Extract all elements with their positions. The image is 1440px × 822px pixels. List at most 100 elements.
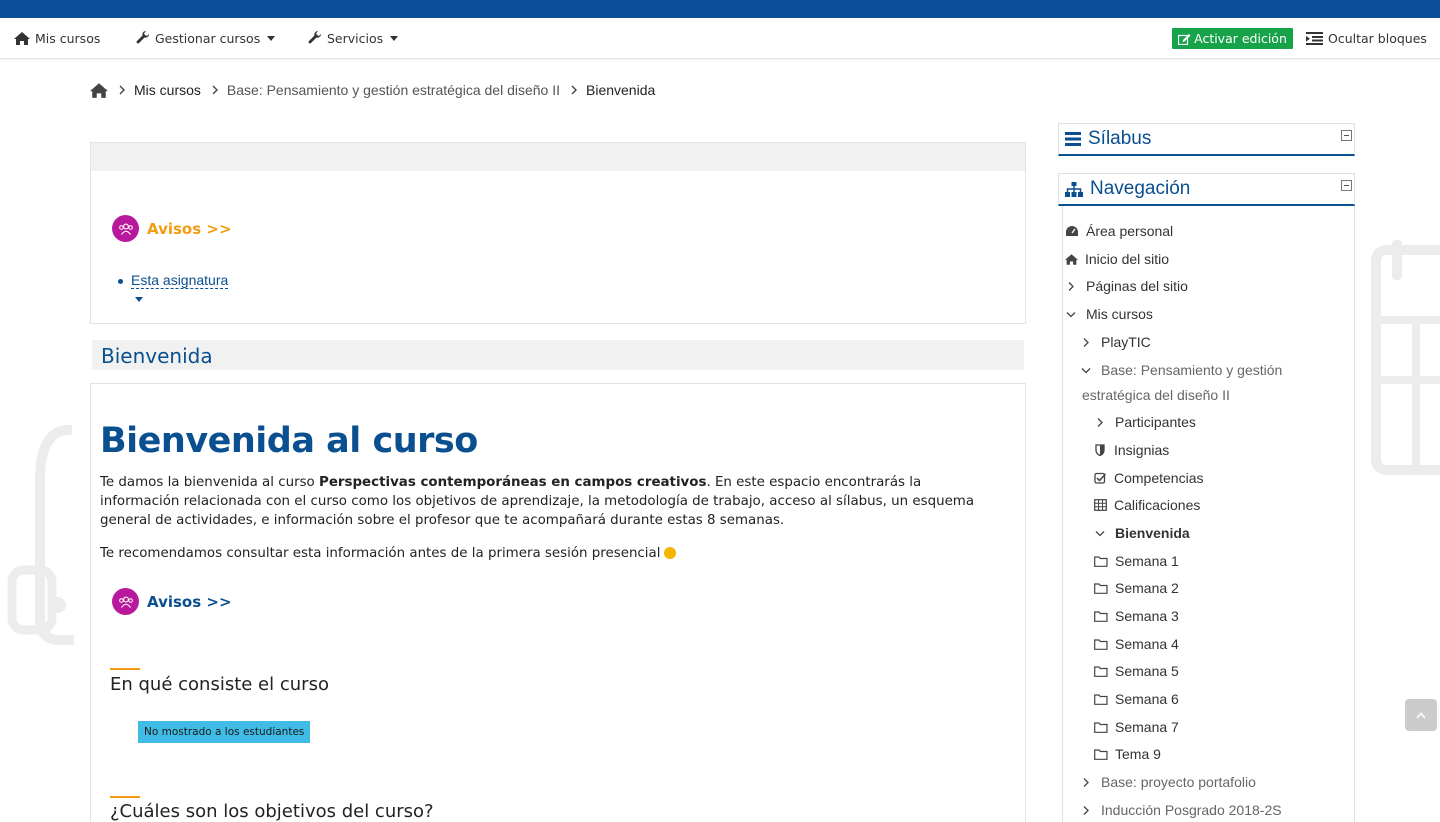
nav-tree-item[interactable]: Semana 6 — [1094, 689, 1179, 709]
avisos-label: Avisos >> — [147, 592, 232, 611]
collapse-block-button[interactable] — [1341, 130, 1352, 141]
folder-icon — [1094, 582, 1112, 594]
nav-tree-item-label: PlayTIC — [1101, 334, 1151, 350]
activate-edit-label: Activar edición — [1194, 31, 1287, 46]
breadcrumb: Mis cursos Base: Pensamiento y gestión e… — [90, 80, 655, 100]
nav-tree-item[interactable]: Semana 2 — [1094, 578, 1179, 598]
chevron-right-icon — [119, 85, 125, 95]
hide-blocks-button[interactable]: Ocultar bloques — [1306, 18, 1427, 58]
breadcrumb-course[interactable]: Base: Pensamiento y gestión estratégica … — [227, 82, 560, 98]
subject-link[interactable]: Esta asignatura — [131, 272, 229, 289]
nav-tree-item[interactable]: Base: proyecto portafolio — [1080, 772, 1256, 792]
nav-tree-item[interactable]: PlayTIC — [1080, 332, 1151, 352]
nav-tree-item-label: Área personal — [1086, 223, 1174, 239]
folder-icon — [1094, 610, 1112, 622]
course-name: Perspectivas contemporáneas en campos cr… — [319, 475, 707, 490]
nav-my-courses[interactable]: Mis cursos — [14, 18, 100, 58]
nav-tree-item[interactable]: Inicio del sitio — [1065, 249, 1169, 269]
decorative-background-left — [7, 424, 74, 645]
nav-tree-item[interactable]: Semana 7 — [1094, 717, 1179, 737]
nav-tree-item[interactable]: Base: Pensamiento y gestión — [1080, 360, 1282, 380]
nav-tree-item-label: Semana 7 — [1115, 719, 1179, 735]
home-icon — [14, 31, 30, 45]
nav-tree-item[interactable]: Insignias — [1094, 440, 1169, 460]
activate-edit-button[interactable]: Activar edición — [1172, 28, 1293, 49]
nav-tree-item[interactable]: Semana 1 — [1094, 551, 1179, 571]
navegacion-block-header[interactable]: Navegación — [1058, 173, 1355, 206]
collapse-block-button[interactable] — [1341, 180, 1352, 191]
shield-icon — [1094, 444, 1111, 456]
chevron-down-icon — [1080, 365, 1098, 376]
nav-tree-item[interactable]: Área personal — [1065, 221, 1173, 241]
folder-icon — [1094, 748, 1112, 760]
bars-icon — [1065, 132, 1081, 146]
nav-tree-item-label: Semana 2 — [1115, 580, 1179, 596]
table-icon — [1094, 499, 1111, 511]
chevron-up-icon — [1416, 711, 1426, 719]
nav-tree-item-label: Calificaciones — [1114, 497, 1201, 513]
scroll-to-top-button[interactable] — [1405, 699, 1437, 731]
silabus-block-header[interactable]: Sílabus — [1058, 123, 1355, 156]
nav-tree-item[interactable]: Inducción Posgrado 2018-2S — [1080, 800, 1282, 820]
avisos-link-bottom[interactable]: Avisos >> — [112, 588, 232, 615]
group-icon — [112, 588, 139, 615]
nav-tree-item[interactable]: Semana 3 — [1094, 606, 1179, 626]
nav-tree-item-label: Semana 6 — [1115, 691, 1179, 707]
nav-tree-item[interactable]: Participantes — [1094, 412, 1196, 432]
nav-tree-item[interactable]: Semana 5 — [1094, 661, 1179, 681]
chevron-right-icon — [1080, 805, 1098, 816]
nav-services-label: Servicios — [327, 30, 384, 46]
nav-tree-item[interactable]: Calificaciones — [1094, 495, 1200, 515]
avisos-label: Avisos >> — [147, 219, 232, 238]
edit-icon — [1178, 33, 1191, 45]
nav-tree-item-label: Insignias — [1114, 442, 1170, 458]
caret-down-icon[interactable] — [135, 297, 143, 302]
nav-my-courses-label: Mis cursos — [35, 30, 101, 46]
indent-icon — [1306, 31, 1323, 45]
nav-tree-item[interactable]: Mis cursos — [1065, 304, 1153, 324]
subheading-course-description: En qué consiste el curso — [110, 674, 329, 695]
nav-tree-item-label: Semana 1 — [1115, 553, 1179, 569]
nav-tree-item[interactable]: Competencias — [1094, 468, 1204, 488]
folder-icon — [1094, 693, 1112, 705]
subheading-course-objectives: ¿Cuáles son los objetivos del curso? — [110, 801, 434, 822]
caret-down-icon — [267, 35, 276, 41]
sitemap-icon — [1065, 181, 1083, 197]
top-brand-bar — [0, 0, 1440, 18]
breadcrumb-my-courses[interactable]: Mis cursos — [134, 82, 201, 98]
folder-icon — [1094, 665, 1112, 677]
silabus-title: Sílabus — [1088, 128, 1152, 149]
nav-tree-item[interactable]: estratégica del diseño II — [1082, 385, 1230, 405]
nav-tree-item-label: Semana 3 — [1115, 608, 1179, 624]
nav-tree-item-label: Competencias — [1114, 470, 1204, 486]
caret-down-icon — [390, 35, 399, 41]
intro-paragraph: Te damos la bienvenida al curso Perspect… — [100, 473, 1000, 530]
home-icon[interactable] — [90, 82, 108, 98]
nav-tree-item[interactable]: Bienvenida — [1094, 523, 1190, 543]
nav-tree-item[interactable]: Páginas del sitio — [1065, 276, 1188, 296]
folder-icon — [1094, 555, 1112, 567]
nav-tree-item-label: Tema 9 — [1115, 746, 1161, 762]
hidden-from-students-badge: No mostrado a los estudiantes — [138, 721, 311, 743]
avisos-link-top[interactable]: Avisos >> — [112, 215, 232, 242]
recommend-paragraph: Te recomendamos consultar esta informaci… — [100, 544, 1000, 563]
chevron-right-icon — [571, 85, 577, 95]
nav-manage-courses[interactable]: Gestionar cursos — [136, 18, 276, 58]
nav-services[interactable]: Servicios — [308, 18, 399, 58]
chevron-right-icon — [212, 85, 218, 95]
wrench-icon — [308, 31, 322, 44]
heading-accent — [110, 796, 140, 798]
chevron-right-icon — [1094, 417, 1112, 428]
decorative-background-right — [1371, 240, 1440, 475]
nav-tree-item[interactable]: Semana 4 — [1094, 634, 1179, 654]
chevron-down-icon — [1065, 309, 1083, 320]
heading-accent — [110, 668, 140, 670]
nav-tree-item-label: Bienvenida — [1115, 525, 1190, 541]
home-icon — [1065, 253, 1082, 265]
section-header-bar — [91, 143, 1025, 171]
nav-tree-item[interactable]: Tema 9 — [1094, 744, 1161, 764]
nav-tree-item-label: Mis cursos — [1086, 306, 1153, 322]
nav-tree-item-label: Inicio del sitio — [1085, 251, 1170, 267]
nav-tree-item-label: Semana 4 — [1115, 636, 1179, 652]
nav-tree-item-label: Páginas del sitio — [1086, 278, 1188, 294]
